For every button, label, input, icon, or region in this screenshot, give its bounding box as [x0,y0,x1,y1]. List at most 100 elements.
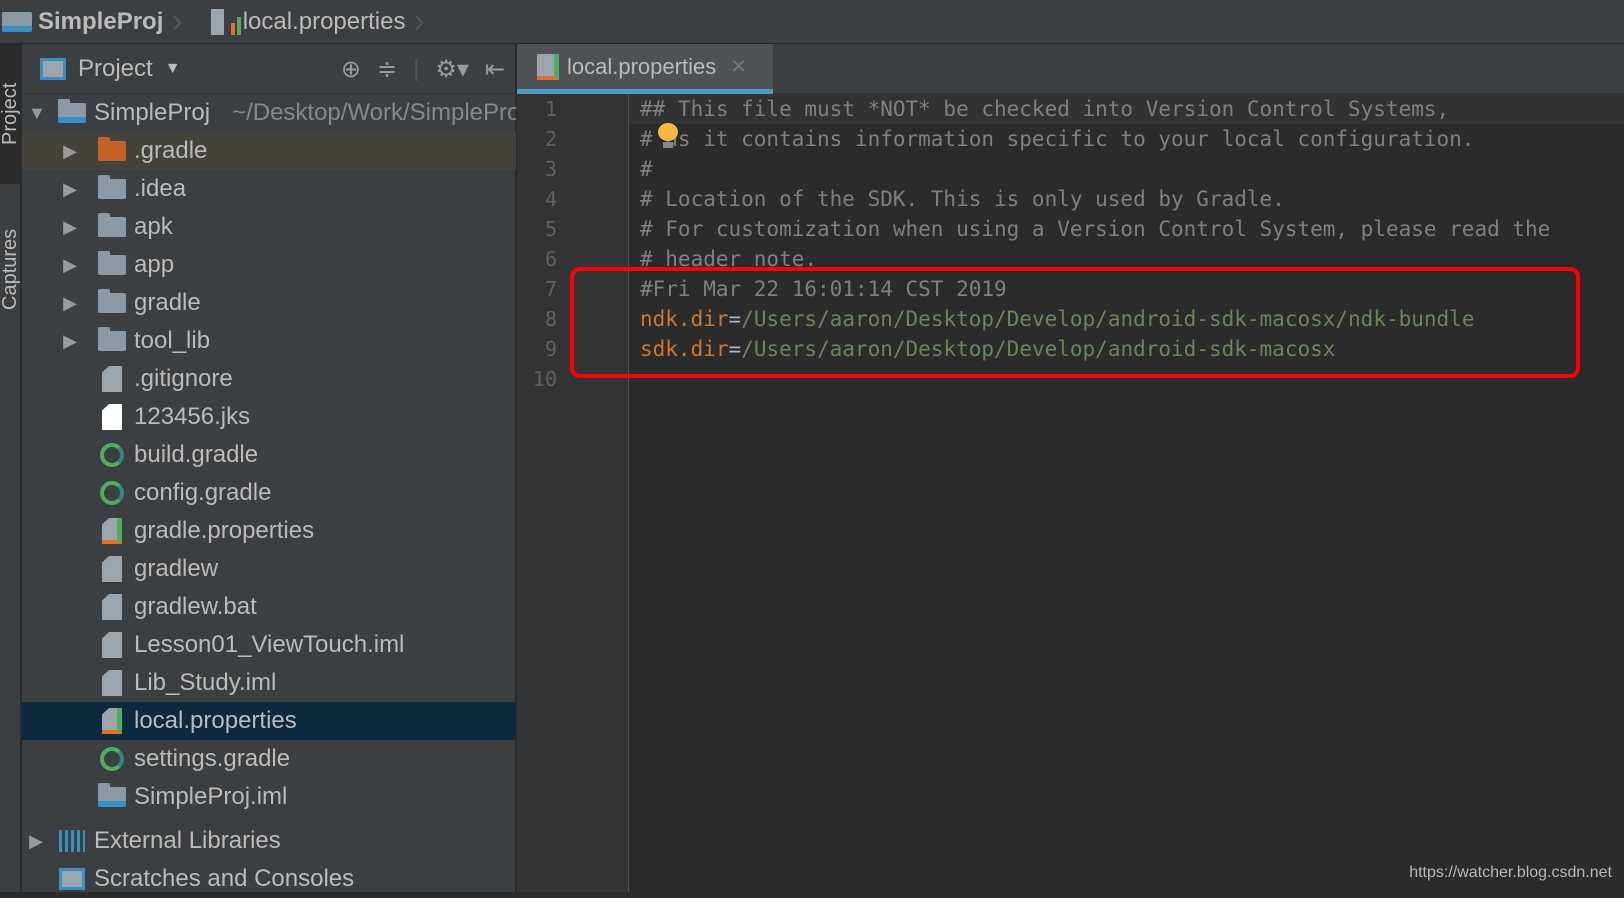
expand-arrow-icon[interactable]: ▶ [62,217,78,238]
folder-icon [98,137,126,164]
text-file-icon [98,556,126,582]
tree-item-label: Lesson01_ViewTouch.iml [134,631,405,658]
folder-icon [98,213,126,240]
expand-arrow-icon[interactable]: ▶ [28,831,44,852]
line-number: 5 [544,217,557,241]
folder-icon [98,175,126,202]
tree-item[interactable]: settings.gradle [22,740,516,778]
line-number: 1 [544,97,557,121]
code-line: ## This file must *NOT* be checked into … [629,94,1624,124]
folder-icon [98,327,126,354]
tree-item[interactable]: SimpleProj.iml [22,778,516,816]
lightbulb-icon[interactable] [658,123,678,149]
gear-icon[interactable]: ⚙▾ [435,55,469,84]
project-tool-tab[interactable]: Project [0,44,21,184]
tree-item-label: Lib_Study.iml [134,669,277,696]
tree-item-label: .idea [134,175,187,202]
close-tab-icon[interactable]: ✕ [730,54,747,79]
code-line: # For customization when using a Version… [640,217,1551,241]
watermark: https://watcher.blog.csdn.net [1409,864,1612,881]
editor-tab-bar: local.properties ✕ [517,44,1624,94]
tree-item[interactable]: 123456.jks [22,398,516,436]
expand-arrow-icon[interactable]: ▶ [62,255,78,276]
chevron-down-icon[interactable]: ▼ [165,60,181,78]
tree-item-label: .gradle [134,137,208,164]
editor-tab-local-properties[interactable]: local.properties ✕ [517,44,773,94]
line-number: 3 [544,157,557,181]
tree-item-label: app [134,251,175,278]
locate-icon[interactable]: ⊕ [341,55,361,84]
gradle-icon [98,746,126,772]
tree-item[interactable]: gradlew [22,550,516,588]
folder-icon [98,289,126,316]
tree-item-label: settings.gradle [134,745,291,772]
tree-item[interactable]: ▶ tool_lib [22,322,516,360]
folder-icon [98,251,126,278]
properties-file-icon [537,53,559,80]
tree-item[interactable]: config.gradle [22,474,516,512]
tree-item-label: config.gradle [134,479,272,506]
tree-item-label: local.properties [134,707,297,734]
tree-item[interactable]: ▶ .gradle [22,132,516,170]
scratches-icon [58,866,86,892]
line-number: 9 [544,337,557,361]
expand-arrow-icon[interactable]: ▶ [62,293,78,314]
properties-file-icon [210,8,241,35]
line-number: 6 [544,247,557,271]
line-number: 7 [544,277,557,301]
line-number: 8 [544,307,557,331]
libraries-icon [58,828,86,854]
project-folder-icon [58,99,86,126]
tree-item[interactable]: Lesson01_ViewTouch.iml [22,626,516,664]
properties-file-icon [98,518,126,544]
tree-item-label: gradle.properties [134,517,315,544]
code-line: # Location of the SDK. This is only used… [640,187,1285,211]
tree-item-label: 123456.jks [134,403,251,430]
expand-arrow-icon[interactable]: ▼ [28,103,46,124]
expand-arrow-icon[interactable]: ▶ [62,179,78,200]
line-number: 2 [544,127,557,151]
text-file-icon [98,632,126,658]
tree-item[interactable]: local.properties [22,702,516,740]
code-line: # as it contains information specific to… [640,127,1475,151]
hide-panel-icon[interactable]: ⇤ [485,55,505,84]
tree-item-label: gradlew.bat [134,593,257,620]
tree-item[interactable]: gradle.properties [22,512,516,550]
tree-item[interactable]: ▶ .idea [22,170,516,208]
breadcrumb-project[interactable]: SimpleProj › [0,0,197,44]
tree-item[interactable]: ▶ gradle [22,284,516,322]
project-panel: Project ▼ ⊕ ≑ | ⚙▾ ⇤ ▼ SimpleProj ~/Desk… [22,44,516,892]
tree-item-label: tool_lib [134,327,211,354]
tree-item[interactable]: .gitignore [22,360,516,398]
tree-item[interactable]: build.gradle [22,436,516,474]
captures-tool-tab[interactable]: Captures [0,194,21,344]
breadcrumb-file[interactable]: local.properties › [210,0,439,44]
navigation-bar: SimpleProj › local.properties › [0,0,1624,44]
tree-external-libraries[interactable]: ▶ External Libraries [22,822,516,860]
editor: local.properties ✕ 1 2 3 4 5 6 7 8 9 10 ## This f… [517,44,1624,892]
line-number: 10 [532,367,557,391]
project-panel-toolbar: Project ▼ ⊕ ≑ | ⚙▾ ⇤ [22,44,515,94]
expand-arrow-icon[interactable]: ▶ [62,331,78,352]
tool-window-strip: Project Captures [0,44,21,892]
tree-scratches[interactable]: Scratches and Consoles [22,860,516,898]
highlight-box [570,267,1580,378]
expand-arrow-icon[interactable]: ▶ [62,141,78,162]
line-number: 4 [544,187,557,211]
gradle-icon [98,442,126,468]
collapse-all-icon[interactable]: ≑ [377,55,397,84]
text-file-icon [98,670,126,696]
file-icon [98,404,126,430]
tree-item-label: gradlew [134,555,219,582]
properties-file-icon [98,708,126,734]
text-file-icon [98,594,126,620]
project-folder-icon [2,11,32,32]
tree-item[interactable]: ▶ app [22,246,516,284]
tree-item[interactable]: Lib_Study.iml [22,664,516,702]
tree-item[interactable]: gradlew.bat [22,588,516,626]
project-view-icon [40,57,66,80]
code-line: # [640,157,653,181]
tree-item[interactable]: ▶ apk [22,208,516,246]
project-view-selector[interactable]: Project [78,55,153,83]
tree-root[interactable]: ▼ SimpleProj ~/Desktop/Work/SimpleProj [22,94,516,132]
